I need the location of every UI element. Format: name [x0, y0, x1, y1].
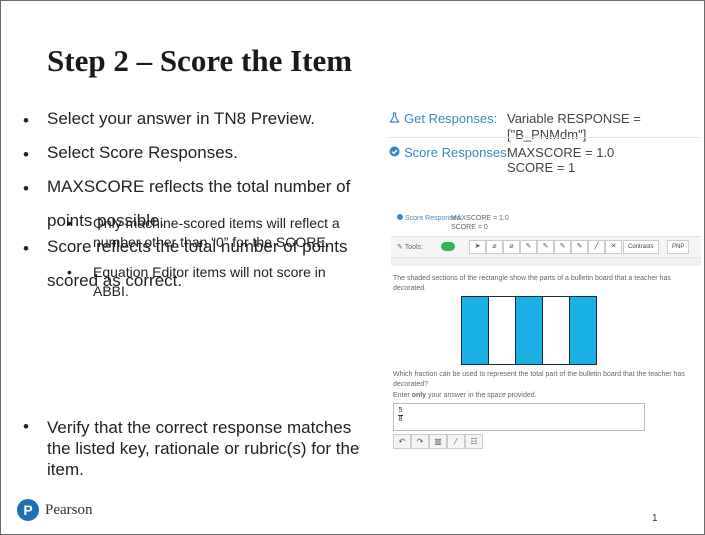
bullet-dot: • [23, 417, 29, 436]
get-responses-button[interactable]: Get Responses: [389, 111, 497, 126]
board-section [570, 297, 596, 364]
bullet-text: Verify that the correct response matches… [47, 418, 360, 479]
equation-editor-toolbar: ↶ ↷ ▥ ⁄ ☷ [393, 434, 483, 449]
answer-instructions: Enter only your answer in the space prov… [393, 392, 537, 399]
question-prompt: Which fraction can be used to represent … [393, 371, 685, 388]
bullet-text: Select your answer in TN8 Preview. [47, 109, 316, 128]
divider [389, 137, 699, 138]
check-circle-icon [389, 146, 400, 157]
answer-fraction: 5 8 [398, 407, 403, 424]
pencil-icon: ✎ [397, 244, 403, 251]
bullet-dot: • [23, 145, 29, 164]
sub-bullet-text: Equation Editor items will not score in … [93, 264, 326, 299]
score-value: SCORE = 1 [507, 160, 576, 175]
keyboard-icon[interactable]: ☷ [465, 434, 483, 449]
bullet-text: Select Score Responses. [47, 143, 238, 162]
maxscore-value: MAXSCORE = 1.0 [507, 145, 615, 160]
check-circle-icon [397, 214, 403, 220]
pearson-logo: P Pearson [17, 497, 93, 523]
pearson-logo-icon: P [17, 499, 39, 521]
score-responses-label: Score Responses: [404, 145, 511, 160]
preview-screenshot: Score Responses: MAXSCORE = 1.0 SCORE = … [391, 206, 701, 466]
fraction-icon[interactable]: ⁄ [447, 434, 465, 449]
fraction-denominator: 8 [398, 416, 403, 423]
mini-maxscore: MAXSCORE = 1.0 [451, 215, 509, 222]
mini-score: SCORE = 0 [451, 224, 488, 231]
bullet-text: MAXSCORE reflects the total number of [47, 177, 351, 196]
redo-icon[interactable]: ↷ [411, 434, 429, 449]
trash-icon[interactable]: ▥ [429, 434, 447, 449]
pearson-brand: Pearson [45, 501, 93, 518]
fraction-numerator: 5 [398, 407, 403, 414]
pointer-tool-icon[interactable]: ➤ [469, 240, 486, 254]
pen-tool-icon[interactable]: ✎ [537, 240, 554, 254]
instr-bold: only [411, 392, 427, 399]
pen-tool-icon[interactable]: ✎ [554, 240, 571, 254]
eraser-tool-icon[interactable]: ⌀ [486, 240, 503, 254]
flask-icon [389, 112, 400, 123]
tools-toolbar: ✎ Tools: ➤ ⌀ ⌀ ✎ ✎ ✎ ✎ ╱ ✕ Contrasts PNP [391, 236, 701, 258]
bullet-dot: • [23, 239, 29, 258]
instr-post: your answer in the space provided. [426, 392, 537, 399]
board-section [543, 297, 570, 364]
board-section [489, 297, 516, 364]
contrasts-button[interactable]: Contrasts [623, 240, 659, 254]
score-responses-button[interactable]: Score Responses: [389, 145, 510, 160]
page-number: 1 [652, 513, 658, 524]
mini-score-values: MAXSCORE = 1.0 SCORE = 0 [451, 214, 509, 232]
tools-label-text: Tools: [404, 244, 423, 251]
slide-title: Step 2 – Score the Item [47, 43, 353, 78]
board-section [462, 297, 489, 364]
toolbar-band [391, 258, 701, 266]
sub-bullet-dot: • [67, 264, 72, 280]
answer-input[interactable]: 5 8 [393, 403, 645, 431]
pen-tool-icon[interactable]: ✎ [571, 240, 588, 254]
sub-bullet-text: Only machine-scored items will reflect a… [93, 215, 340, 250]
slide: Step 2 – Score the Item • Select your an… [0, 0, 705, 535]
tools-toggle[interactable] [441, 242, 455, 251]
bulletin-board-rectangle [461, 296, 597, 365]
tools-label: ✎ Tools: [397, 243, 423, 251]
bullet-dot: • [23, 111, 29, 130]
undo-icon[interactable]: ↶ [393, 434, 411, 449]
instr-pre: Enter [393, 392, 412, 399]
pen-tool-icon[interactable]: ✎ [520, 240, 537, 254]
bullet-dot: • [23, 179, 29, 198]
pnp-button[interactable]: PNP [667, 240, 690, 254]
get-responses-label: Get Responses: [404, 111, 498, 126]
question-stem: The shaded sections of the rectangle sho… [393, 275, 671, 292]
line-tool-icon[interactable]: ╱ [588, 240, 605, 254]
close-tool-icon[interactable]: ✕ [605, 240, 622, 254]
get-responses-value: Variable RESPONSE = ["B_PNMdm"] [507, 111, 641, 142]
board-section [516, 297, 543, 364]
eraser-tool-icon[interactable]: ⌀ [503, 240, 520, 254]
tool-buttons: ➤ ⌀ ⌀ ✎ ✎ ✎ ✎ ╱ ✕ [469, 240, 622, 254]
sub-bullet-dot: • [67, 215, 72, 231]
